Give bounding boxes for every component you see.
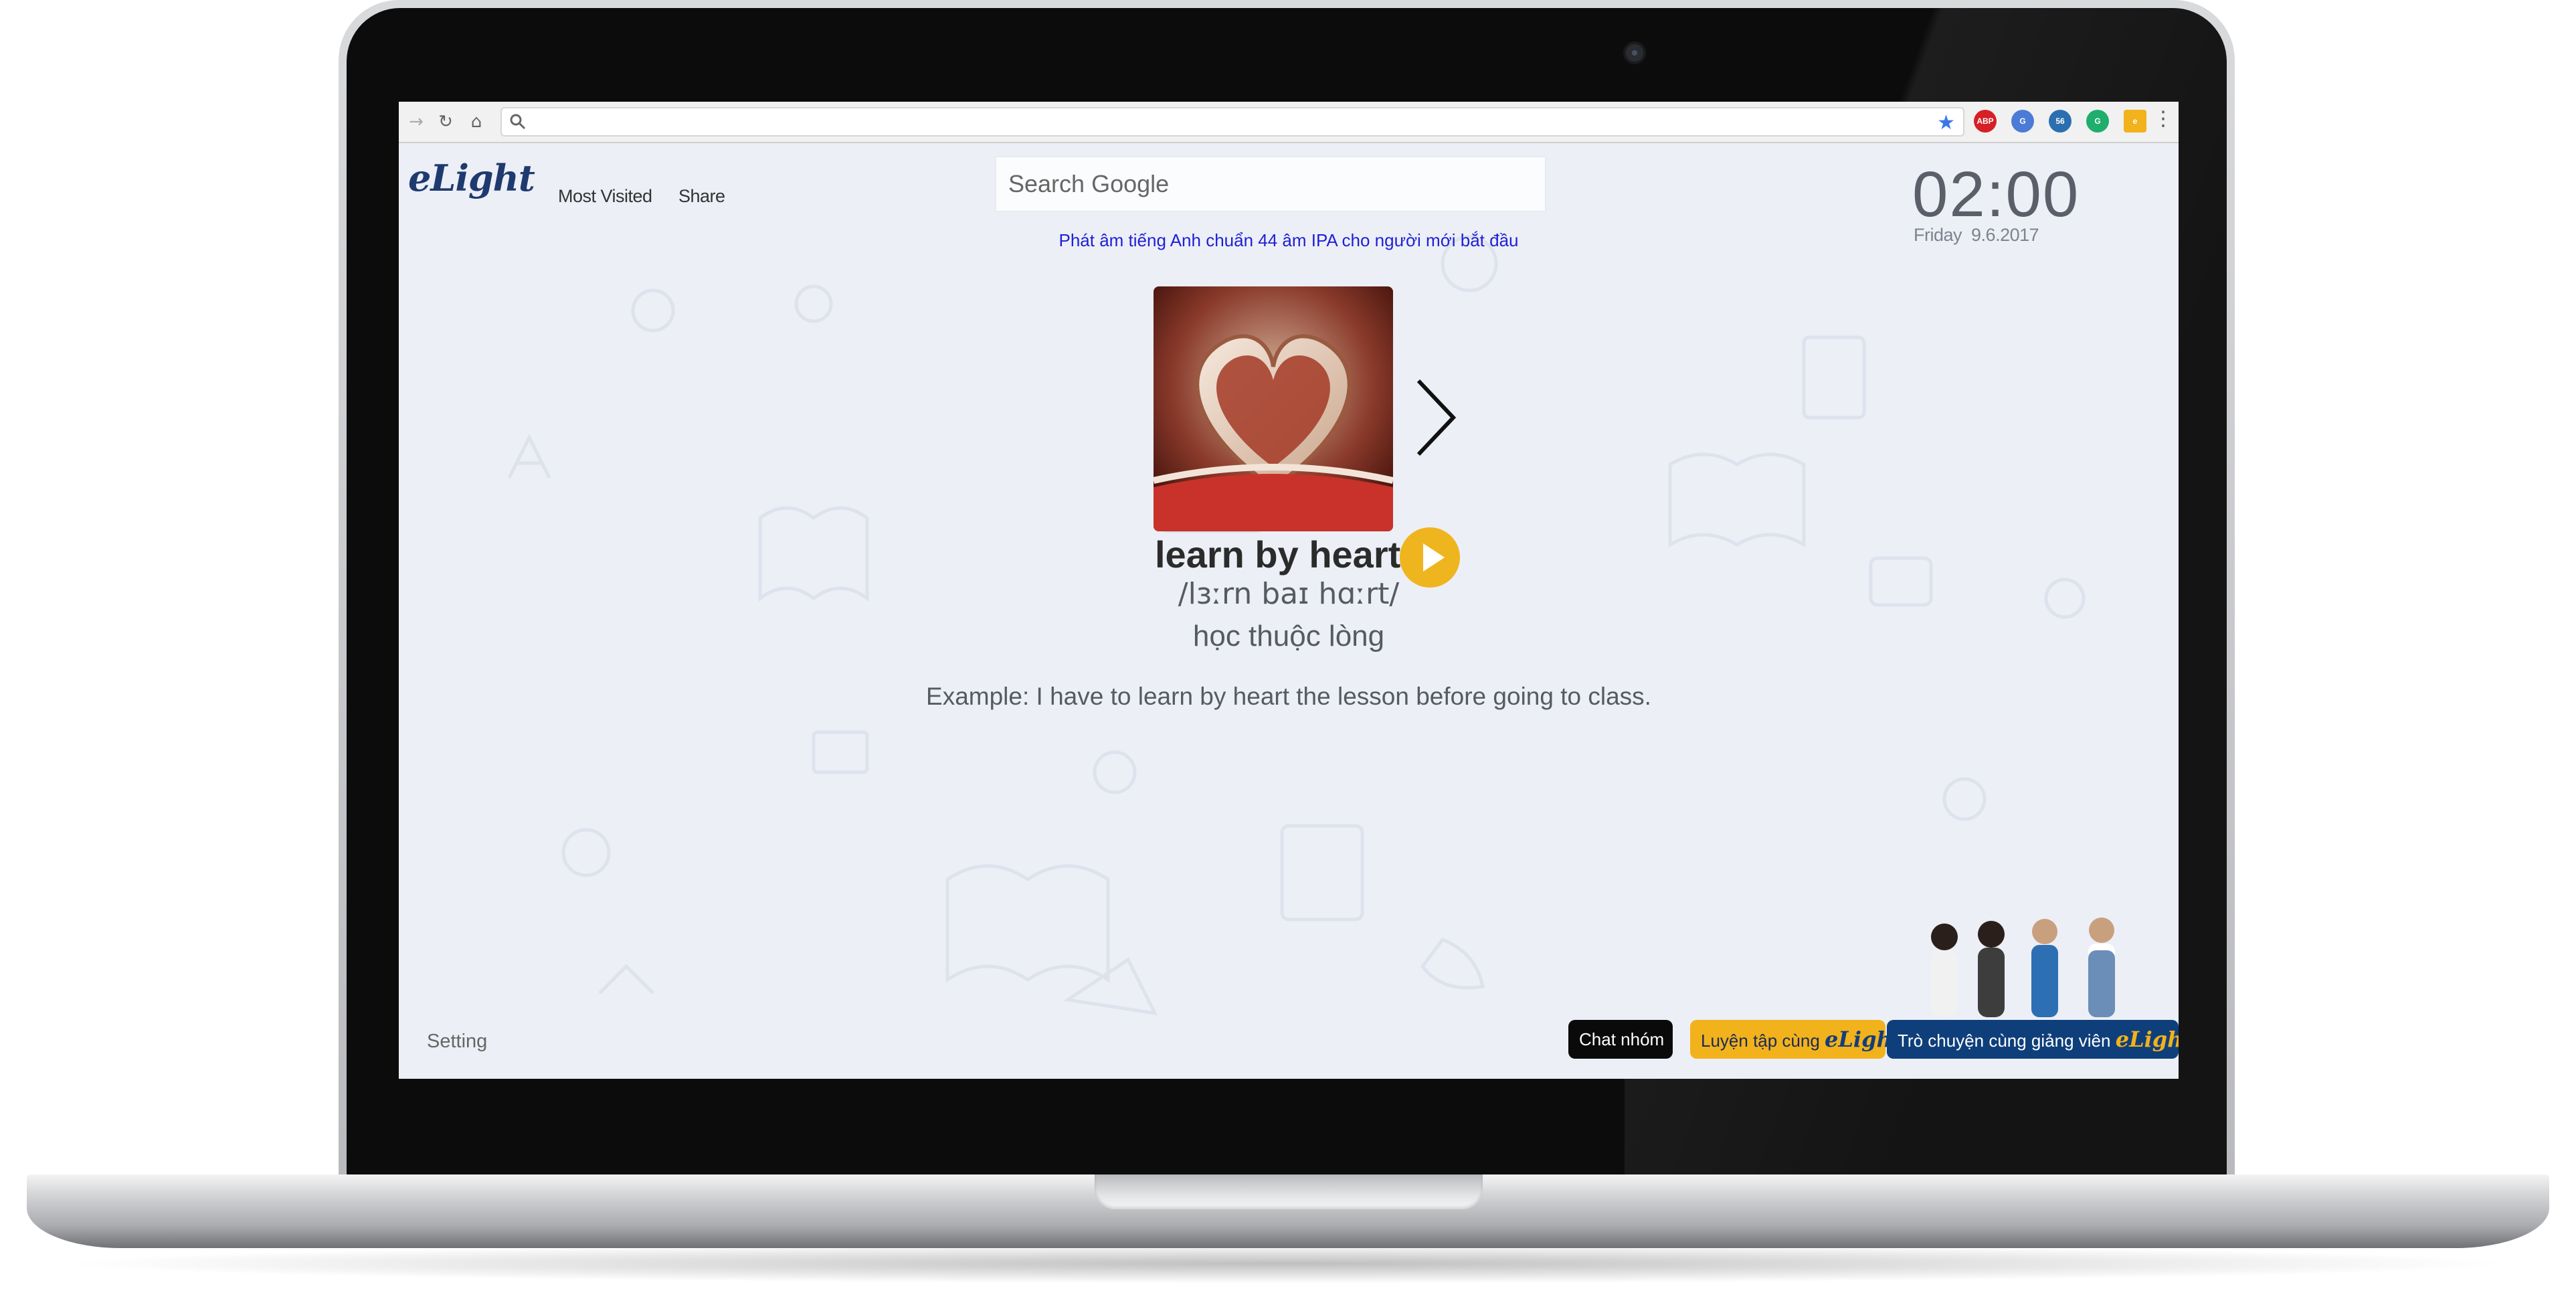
translate-extension-icon[interactable]: G (2011, 110, 2034, 133)
clock-date: Friday 9.6.2017 (1914, 225, 2039, 246)
search-input[interactable] (996, 157, 1545, 211)
most-visited-link[interactable]: Most Visited (558, 186, 652, 207)
ipa-course-link[interactable]: Phát âm tiếng Anh chuẩn 44 âm IPA cho ng… (1059, 230, 1519, 250)
chat-group-button[interactable]: Chat nhóm (1568, 1020, 1673, 1059)
search-box[interactable] (996, 157, 1546, 211)
flashcard-ipa: /lɜːrn baɪ hɑːrt/ (1178, 577, 1400, 611)
more-vertical-icon[interactable]: ⋮ (2153, 107, 2173, 130)
chevron-right-icon[interactable] (1412, 377, 1459, 458)
setting-link[interactable]: Setting (427, 1031, 487, 1053)
teacher-brand: eLight (2115, 1027, 2179, 1052)
elight-logo[interactable]: eLight (408, 157, 535, 199)
laptop-notch (1095, 1174, 1483, 1209)
screen: → ↻ ⌂ ★ ABP G 56 G e ⋮ eLight Most Visit… (399, 102, 2179, 1079)
clock-day: Friday (1914, 225, 1962, 245)
practice-label: Luyện tập cùng (1701, 1031, 1820, 1051)
adblock-extension-icon[interactable]: ABP (1974, 110, 1997, 133)
browser-toolbar: → ↻ ⌂ ★ ABP G 56 G e ⋮ (399, 102, 2179, 143)
elight-extension-icon[interactable]: e (2124, 110, 2146, 133)
laptop-shadow (54, 1243, 2522, 1284)
grammarly-extension-icon[interactable]: G (2086, 110, 2109, 133)
forward-arrow-icon[interactable]: → (403, 108, 430, 135)
teacher-label: Trò chuyện cùng giảng viên (1898, 1031, 2111, 1051)
bookmark-star-icon[interactable]: ★ (1937, 111, 1955, 135)
flashcard-image (1154, 286, 1393, 531)
flashcard-meaning: học thuộc lòng (1192, 620, 1385, 652)
chat-teacher-button[interactable]: Trò chuyện cùng giảng viên eLight (1887, 1020, 2179, 1059)
clock-time: 02:00 (1912, 159, 2080, 230)
reload-icon[interactable]: ↻ (432, 108, 459, 135)
webcam (1623, 41, 1646, 64)
heart-book-image (1154, 286, 1393, 531)
home-icon[interactable]: ⌂ (463, 108, 490, 135)
clock-date-value: 9.6.2017 (1971, 225, 2039, 245)
extension-56-icon[interactable]: 56 (2049, 110, 2072, 133)
practice-button[interactable]: Luyện tập cùng eLight (1690, 1020, 1902, 1059)
flashcard-example: Example: I have to learn by heart the le… (926, 683, 1651, 710)
address-bar[interactable]: ★ (500, 107, 1964, 137)
share-link[interactable]: Share (678, 186, 725, 207)
promo-link-row: Phát âm tiếng Anh chuẩn 44 âm IPA cho ng… (399, 230, 2179, 251)
teachers-photo (1931, 917, 2115, 1017)
search-icon (510, 114, 526, 130)
new-tab-page: eLight Most Visited Share Phát âm tiếng … (399, 143, 2179, 1079)
flashcard-word: learn by heart (1155, 533, 1401, 576)
